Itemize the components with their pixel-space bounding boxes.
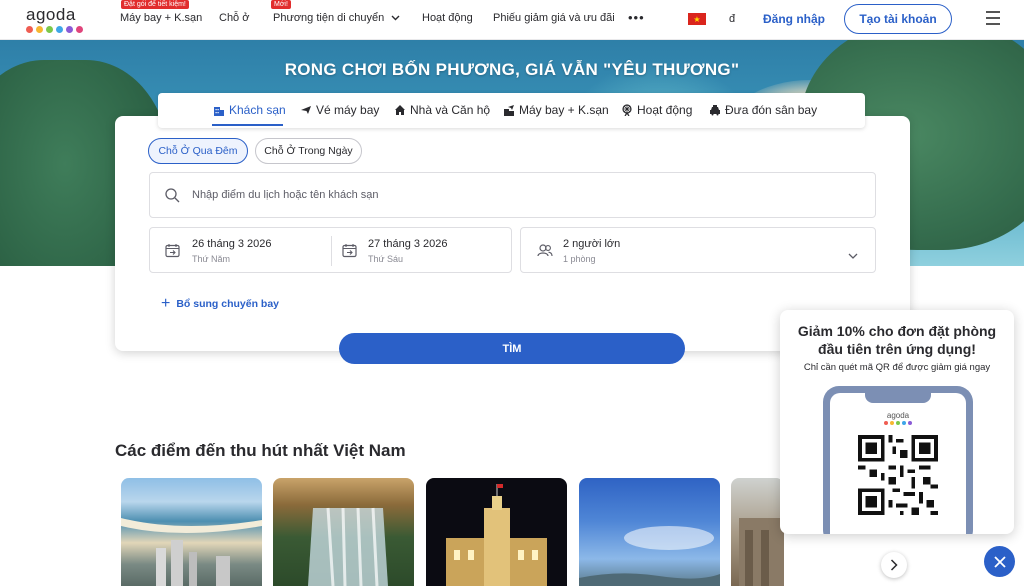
date-divider (331, 236, 332, 266)
active-tab-indicator (212, 124, 283, 126)
app-promo-popup: Giảm 10% cho đơn đặt phòng đầu tiên trên… (780, 310, 1014, 534)
destination-search-input[interactable]: Nhập điểm du lịch hoặc tên khách sạn (149, 172, 876, 218)
phone-mockup: agoda (823, 386, 973, 534)
tab-airport-transfer-label: Đưa đón sân bay (725, 103, 818, 117)
nav-accommodation[interactable]: Chỗ ở (219, 12, 249, 24)
calendar-checkout-icon (342, 243, 357, 263)
plane-hotel-icon (503, 104, 515, 116)
destination-card[interactable] (426, 478, 567, 586)
destination-placeholder: Nhập điểm du lịch hoặc tên khách sạn (192, 189, 379, 201)
guests-icon (537, 243, 553, 263)
vietnam-flag-icon[interactable]: ★ (688, 13, 706, 25)
promo-title-line1: Giảm 10% cho đơn đặt phòng (797, 323, 997, 339)
carousel-next-button[interactable] (881, 552, 907, 578)
more-menu-icon[interactable]: ••• (628, 10, 645, 25)
day-use-stay-toggle[interactable]: Chỗ Ở Trong Ngày (255, 138, 362, 164)
signup-button[interactable]: Tạo tài khoản (844, 4, 952, 34)
destination-card[interactable] (731, 478, 784, 586)
chevron-down-icon (848, 247, 858, 265)
agoda-logo[interactable]: agoda (26, 5, 83, 33)
tab-flights-label: Vé máy bay (316, 103, 380, 117)
taxi-icon (709, 104, 721, 116)
destinations-heading: Các điểm đến thu hút nhất Việt Nam (115, 441, 406, 460)
tab-flight-hotel[interactable]: Máy bay + K.sạn (503, 103, 609, 117)
promo-subtitle: Chỉ cần quét mã QR để được giảm giá ngay (803, 362, 991, 373)
plane-icon (300, 104, 312, 116)
tab-airport-transfer[interactable]: Đưa đón sân bay (709, 103, 817, 117)
nav-transport-label: Phương tiện di chuyển (273, 12, 385, 24)
tab-homes[interactable]: Nhà và Căn hộ (394, 103, 490, 117)
house-icon (394, 104, 406, 116)
hotel-icon (213, 104, 225, 116)
destination-card[interactable] (273, 478, 414, 586)
add-flight-link[interactable]: + Bổ sung chuyến bay (161, 296, 279, 312)
currency-selector[interactable]: đ (729, 13, 735, 25)
destination-photo-sky-sea (579, 526, 720, 586)
tab-activities-label: Hoạt động (637, 103, 693, 117)
qr-code-icon[interactable] (858, 435, 938, 515)
hamburger-menu-icon[interactable] (986, 11, 1000, 29)
date-picker[interactable]: 26 tháng 3 2026 Thứ Năm 27 tháng 3 2026 … (149, 227, 512, 273)
nav-flight-hotel[interactable]: Máy bay + K.sạn (120, 12, 202, 24)
search-icon (165, 188, 180, 208)
guest-room-selector[interactable]: 2 người lớn 1 phòng (520, 227, 876, 273)
phone-screen: agoda (830, 393, 966, 534)
nav-activities[interactable]: Hoạt động (422, 12, 473, 24)
checkin-day: Thứ Năm (192, 254, 231, 264)
close-promo-button[interactable] (984, 546, 1015, 577)
destination-card[interactable] (121, 478, 262, 586)
logo-dots (26, 26, 83, 33)
tab-flight-hotel-label: Máy bay + K.sạn (519, 103, 609, 117)
destination-photo-city-hall (446, 484, 547, 586)
guests-count: 2 người lớn (563, 238, 621, 250)
tab-activities[interactable]: Hoạt động (621, 103, 692, 117)
mini-agoda-logo: agoda (830, 411, 966, 425)
chevron-right-icon (890, 559, 898, 571)
plus-icon: + (161, 295, 171, 312)
tab-homes-label: Nhà và Căn hộ (410, 103, 491, 117)
checkin-date: 26 tháng 3 2026 (192, 238, 272, 250)
add-flight-label: Bổ sung chuyến bay (176, 298, 280, 310)
promo-title: Giảm 10% cho đơn đặt phòng đầu tiên trên… (780, 322, 1014, 358)
nav-coupons[interactable]: Phiếu giảm giá và ưu đãi (493, 12, 615, 24)
close-icon (993, 555, 1006, 568)
top-header: agoda Đặt gói để tiết kiệm! Máy bay + K.… (0, 0, 1024, 40)
login-link[interactable]: Đăng nhập (763, 12, 825, 26)
nav-badge-package: Đặt gói để tiết kiệm! (121, 0, 189, 9)
tab-flights[interactable]: Vé máy bay (300, 103, 379, 117)
mini-logo-text: agoda (886, 411, 910, 420)
nav-badge-new: Mới! (271, 0, 291, 9)
destination-photo-mausoleum (739, 518, 784, 586)
destination-card[interactable] (579, 478, 720, 586)
search-button[interactable]: TÌM (339, 333, 685, 364)
checkout-day: Thứ Sáu (368, 254, 404, 264)
nav-transport[interactable]: Phương tiện di chuyển (273, 12, 400, 24)
overnight-stay-toggle[interactable]: Chỗ Ở Qua Đêm (148, 138, 248, 164)
rooms-count: 1 phòng (563, 254, 596, 264)
ferris-wheel-icon (621, 104, 633, 117)
tab-hotels[interactable]: Khách sạn (213, 103, 286, 117)
logo-text: agoda (26, 5, 76, 24)
hero-title: RONG CHƠI BỐN PHƯƠNG, GIÁ VẪN "YÊU THƯƠN… (284, 60, 740, 79)
product-tabs: Khách sạn Vé máy bay Nhà và Căn hộ Máy b… (158, 93, 865, 128)
calendar-checkin-icon (165, 243, 180, 263)
chevron-down-icon (391, 12, 400, 24)
destination-photo-coastal-city (121, 518, 262, 586)
checkout-date: 27 tháng 3 2026 (368, 238, 448, 250)
promo-title-line2: đầu tiên trên ứng dụng! (818, 341, 976, 357)
tab-hotels-label: Khách sạn (229, 103, 286, 117)
destination-photo-waterfall (308, 507, 388, 586)
